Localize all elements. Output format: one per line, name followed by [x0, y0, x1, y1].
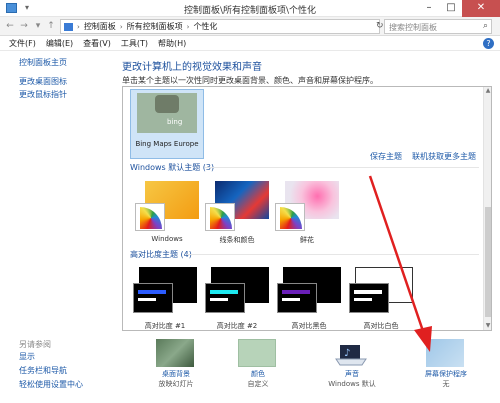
theme-list[interactable]: bing Bing Maps Europe 保存主题 联机获取更多主题 Wind…: [122, 86, 492, 331]
theme-high-contrast-black[interactable]: 高对比黑色: [277, 267, 341, 330]
search-icon[interactable]: ⌕: [483, 21, 488, 31]
divider: [187, 254, 479, 255]
screen-saver-label: 屏幕保护程序: [425, 370, 467, 378]
help-icon[interactable]: ?: [483, 38, 494, 49]
theme-label: Windows: [151, 235, 183, 243]
theme-label: 高对比黑色: [291, 322, 327, 330]
settings-bar: 桌面背景 放映幻灯片 颜色 自定义 ♪ 声音 Windows 默认 屏幕保护程序…: [110, 333, 500, 403]
color-fan-icon: [135, 203, 165, 231]
default-themes-heading: Windows 默认主题 (3): [130, 163, 215, 172]
control-panel-icon: [64, 22, 73, 31]
menu-tools[interactable]: 工具(T): [121, 38, 148, 49]
recent-dropdown-icon[interactable]: ▾: [32, 20, 44, 32]
sidebar-mouse-pointer-link[interactable]: 更改鼠标指针: [19, 89, 67, 100]
title-bar: ▾ 控制面板\所有控制面板项\个性化 – □ ✕: [0, 0, 500, 17]
address-bar: ← → ▾ ↑ › 控制面板 › 所有控制面板项 › 个性化 ↻ 搜索控制面板 …: [0, 17, 500, 36]
theme-lines-and-colors[interactable]: 线条和颜色: [205, 181, 269, 244]
back-arrow-icon[interactable]: ←: [4, 20, 16, 32]
theme-card: [277, 283, 317, 313]
search-input[interactable]: 搜索控制面板 ⌕: [384, 19, 492, 34]
desktop-background-icon: [156, 339, 194, 367]
color-fan-icon: [205, 203, 235, 231]
up-arrow-icon[interactable]: ↑: [45, 20, 57, 32]
high-contrast-heading: 高对比度主题 (4): [130, 250, 192, 259]
save-theme-link[interactable]: 保存主题: [370, 151, 402, 162]
sounds-label: 声音: [345, 370, 359, 378]
theme-label: 鲜花: [300, 236, 314, 244]
theme-bing-maps-europe[interactable]: bing Bing Maps Europe: [130, 89, 204, 159]
desktop-background-value: 放映幻灯片: [158, 380, 194, 388]
breadcrumb-personalization[interactable]: 个性化: [193, 21, 217, 32]
theme-thumbnail: bing: [137, 93, 197, 133]
theme-windows[interactable]: Windows: [135, 181, 199, 243]
color-value: 自定义: [247, 380, 269, 388]
menu-help[interactable]: 帮助(H): [158, 38, 186, 49]
scroll-up-icon[interactable]: ▲: [484, 87, 491, 95]
forward-arrow-icon[interactable]: →: [18, 20, 30, 32]
screen-saver-value: 无: [442, 380, 450, 388]
theme-actions: 保存主题 联机获取更多主题: [370, 151, 476, 162]
scroll-thumb[interactable]: [485, 207, 491, 317]
chevron-right-icon[interactable]: ›: [187, 23, 190, 31]
minimize-button[interactable]: –: [418, 0, 440, 17]
desktop-background-label: 桌面背景: [162, 370, 190, 378]
theme-flowers[interactable]: 鲜花: [275, 181, 339, 244]
refresh-icon[interactable]: ↻: [376, 21, 384, 31]
address-field[interactable]: › 控制面板 › 所有控制面板项 › 个性化: [60, 19, 380, 34]
sidebar-home-link[interactable]: 控制面板主页: [19, 57, 67, 68]
menu-bar: 文件(F) 编辑(E) 查看(V) 工具(T) 帮助(H): [0, 36, 500, 51]
theme-high-contrast-white[interactable]: 高对比白色: [349, 267, 413, 330]
breadcrumb-all-items[interactable]: 所有控制面板项: [127, 21, 183, 32]
chevron-right-icon[interactable]: ›: [120, 23, 123, 31]
maximize-button[interactable]: □: [440, 0, 462, 17]
page-subtitle: 单击某个主题以一次性同时更改桌面背景、颜色、声音和屏幕保护程序。: [122, 76, 378, 85]
sounds-value: Windows 默认: [328, 380, 376, 388]
chevron-right-icon[interactable]: ›: [77, 23, 80, 31]
menu-file[interactable]: 文件(F): [9, 38, 36, 49]
menu-view[interactable]: 查看(V): [83, 38, 111, 49]
landscape-image: [155, 95, 179, 113]
get-more-themes-link[interactable]: 联机获取更多主题: [412, 151, 476, 162]
theme-high-contrast-2[interactable]: 高对比度 #2: [205, 267, 269, 330]
vertical-scrollbar[interactable]: ▲ ▼: [483, 87, 491, 330]
close-button[interactable]: ✕: [462, 0, 500, 17]
color-fan-icon: [275, 203, 305, 231]
scroll-down-icon[interactable]: ▼: [484, 322, 491, 330]
svg-text:♪: ♪: [344, 348, 350, 359]
sidebar-desktop-icons-link[interactable]: 更改桌面图标: [19, 76, 67, 87]
see-also-display-link[interactable]: 显示: [19, 351, 35, 362]
search-placeholder: 搜索控制面板: [389, 23, 437, 32]
theme-label: 高对比度 #2: [216, 322, 258, 330]
sounds-icon: ♪: [332, 339, 370, 367]
menu-edit[interactable]: 编辑(E): [46, 38, 73, 49]
see-also-ease-of-access-link[interactable]: 轻松使用设置中心: [19, 379, 83, 390]
breadcrumb-control-panel[interactable]: 控制面板: [84, 21, 116, 32]
theme-high-contrast-1[interactable]: 高对比度 #1: [133, 267, 197, 330]
color-swatch-icon: [238, 339, 276, 367]
theme-label: Bing Maps Europe: [135, 140, 199, 148]
theme-label: 高对比白色: [363, 322, 399, 330]
see-also-heading: 另请参阅: [19, 340, 51, 349]
page-title: 更改计算机上的视觉效果和声音: [122, 62, 262, 73]
bing-logo: bing: [167, 118, 183, 126]
color-label: 颜色: [251, 370, 265, 378]
divider: [205, 167, 479, 168]
see-also-taskbar-link[interactable]: 任务栏和导航: [19, 365, 67, 376]
theme-label: 线条和颜色: [219, 236, 255, 244]
theme-card: [349, 283, 389, 313]
screen-saver-icon: [426, 339, 464, 367]
theme-card: [205, 283, 245, 313]
sidebar: 控制面板主页 更改桌面图标 更改鼠标指针 另请参阅 显示 任务栏和导航 轻松使用…: [0, 51, 110, 403]
theme-card: [133, 283, 173, 313]
theme-label: 高对比度 #1: [144, 322, 186, 330]
